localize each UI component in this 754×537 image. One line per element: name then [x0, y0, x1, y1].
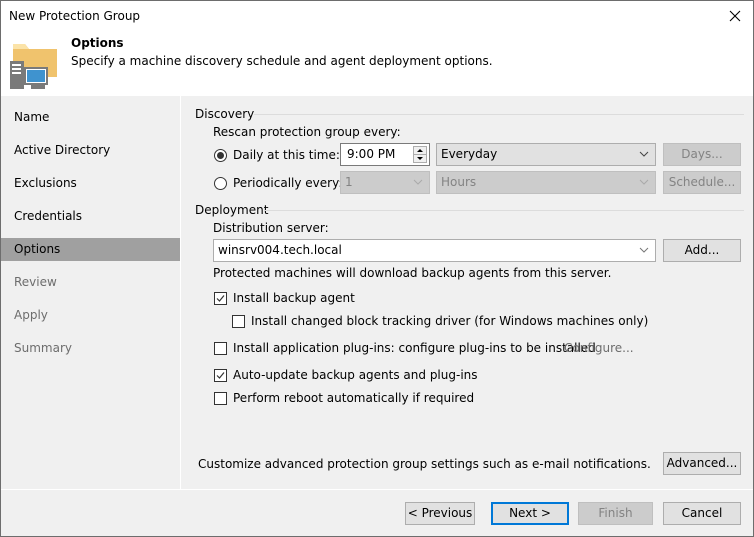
chevron-down-icon: [639, 247, 649, 253]
wizard-steps-sidebar: Name Active Directory Exclusions Credent…: [1, 96, 181, 489]
install-plugins-checkbox[interactable]: [214, 342, 227, 355]
install-backup-agent-label[interactable]: Install backup agent: [233, 291, 355, 305]
sidebar-item-review: Review: [14, 275, 57, 289]
chevron-down-icon: [639, 179, 649, 185]
chevron-down-icon: [639, 151, 649, 157]
sidebar-item-apply: Apply: [14, 308, 48, 322]
period-unit-select[interactable]: Hours: [436, 171, 656, 194]
install-plugins-label[interactable]: Install application plug-ins: configure …: [233, 341, 596, 355]
discovery-divider: [254, 114, 744, 115]
finish-button: Finish: [578, 502, 653, 525]
daily-time-value: 9:00 PM: [347, 147, 396, 161]
install-backup-agent-checkbox[interactable]: [214, 292, 227, 305]
auto-reboot-label[interactable]: Perform reboot automatically if required: [233, 391, 474, 405]
chevron-down-icon: [413, 179, 423, 185]
window-title: New Protection Group: [9, 9, 141, 23]
auto-reboot-checkbox[interactable]: [214, 392, 227, 405]
checkmark-icon: [216, 295, 225, 302]
periodically-radio-label[interactable]: Periodically every:: [233, 176, 342, 190]
add-server-button[interactable]: Add...: [663, 239, 741, 262]
daily-radio-label[interactable]: Daily at this time:: [233, 148, 340, 162]
period-interval-value: 1: [345, 175, 353, 189]
sidebar-item-credentials[interactable]: Credentials: [1, 205, 180, 228]
options-panel: Discovery Rescan protection group every:…: [182, 96, 753, 489]
distribution-server-value: winsrv004.tech.local: [218, 243, 342, 257]
distribution-server-select[interactable]: winsrv004.tech.local: [213, 239, 656, 262]
deployment-divider: [264, 210, 744, 211]
sidebar-item-name[interactable]: Name: [1, 106, 180, 129]
checkmark-icon: [216, 372, 225, 379]
folder-computer-icon: [10, 44, 57, 89]
period-unit-value: Hours: [441, 175, 477, 189]
discovery-group-label: Discovery: [195, 107, 255, 121]
days-select-value: Everyday: [441, 147, 498, 161]
cancel-button[interactable]: Cancel: [663, 502, 741, 525]
new-protection-group-dialog: New Protection Group Options Specify a m…: [0, 0, 754, 537]
daily-time-input[interactable]: 9:00 PM: [340, 143, 430, 166]
close-button[interactable]: [723, 5, 747, 27]
next-button[interactable]: Next >: [491, 502, 569, 525]
sidebar-item-exclusions[interactable]: Exclusions: [1, 172, 180, 195]
advanced-settings-note: Customize advanced protection group sett…: [198, 457, 651, 471]
time-spinner-icon[interactable]: [413, 146, 427, 163]
install-cbt-driver-label[interactable]: Install changed block tracking driver (f…: [251, 314, 648, 328]
wizard-header: Options Specify a machine discovery sche…: [1, 33, 753, 96]
distribution-server-note: Protected machines will download backup …: [213, 266, 612, 280]
days-select[interactable]: Everyday: [436, 143, 656, 166]
previous-button[interactable]: < Previous: [405, 502, 475, 525]
sidebar-item-options[interactable]: Options: [1, 238, 180, 261]
configure-plugins-link[interactable]: Configure...: [564, 341, 634, 355]
auto-update-label[interactable]: Auto-update backup agents and plug-ins: [233, 368, 478, 382]
page-title: Options: [71, 36, 124, 50]
schedule-button[interactable]: Schedule...: [663, 171, 741, 194]
period-interval-select[interactable]: 1: [340, 171, 430, 194]
page-subtitle: Specify a machine discovery schedule and…: [71, 54, 493, 68]
close-icon: [729, 10, 741, 22]
days-button[interactable]: Days...: [663, 143, 741, 166]
periodically-radio[interactable]: [214, 177, 227, 190]
advanced-button[interactable]: Advanced...: [663, 452, 741, 475]
deployment-group-label: Deployment: [195, 203, 269, 217]
distribution-server-label: Distribution server:: [213, 221, 329, 235]
auto-update-checkbox[interactable]: [214, 369, 227, 382]
install-cbt-driver-checkbox[interactable]: [232, 315, 245, 328]
sidebar-item-active-directory[interactable]: Active Directory: [1, 139, 180, 162]
title-bar: New Protection Group: [1, 1, 753, 33]
daily-radio[interactable]: [214, 149, 227, 162]
wizard-footer: < Previous Next > Finish Cancel: [1, 489, 753, 536]
rescan-label: Rescan protection group every:: [213, 125, 401, 139]
sidebar-item-summary: Summary: [14, 341, 72, 355]
